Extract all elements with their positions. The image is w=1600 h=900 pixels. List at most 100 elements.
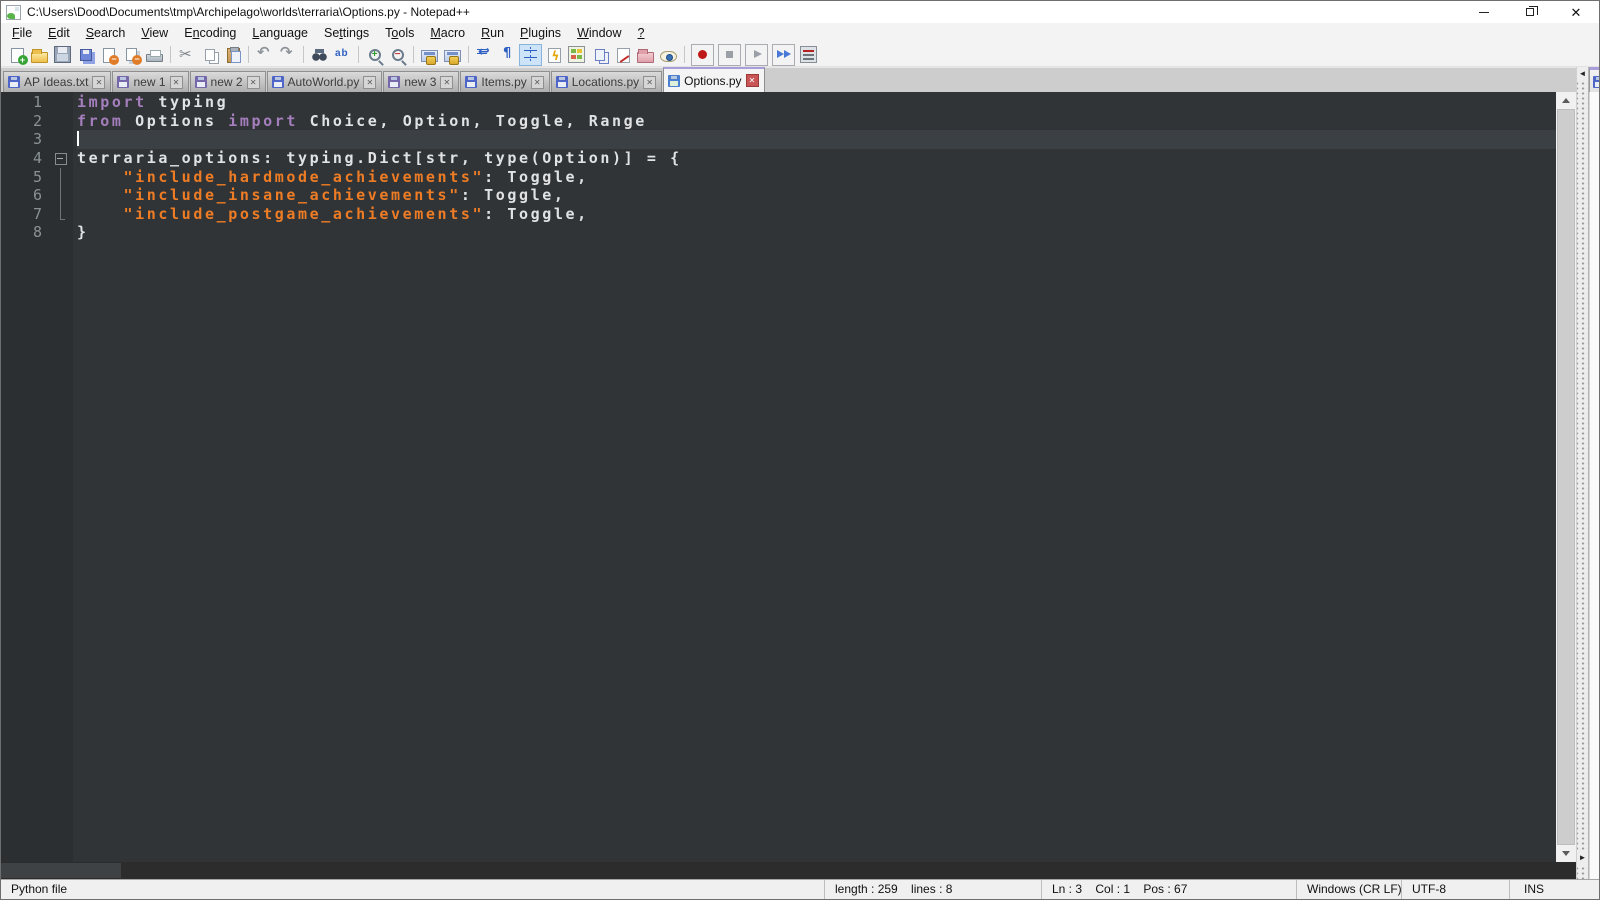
new-file-button[interactable] [5,44,28,66]
close-tab-icon[interactable]: ✕ [745,74,759,87]
vertical-scrollbar[interactable] [1556,92,1576,862]
splitter-collapse-left-icon[interactable]: ◄ [1577,67,1588,81]
close-tab-icon[interactable]: ✕ [363,75,377,89]
close-tab-icon[interactable]: ✕ [169,75,183,89]
close-tab-icon[interactable]: ✕ [530,75,544,89]
monitoring-button[interactable] [657,44,680,66]
menu-macro[interactable]: Macro [422,24,473,42]
open-button[interactable] [28,44,51,66]
minimize-button[interactable] [1461,1,1507,23]
tab-autoworld-py[interactable]: AutoWorld.py ✕ [266,71,383,92]
code-line-3[interactable] [77,130,1556,149]
sync-vertical-button[interactable] [418,44,441,66]
replace-button[interactable] [331,44,354,66]
copy-button[interactable] [198,44,221,66]
cut-button[interactable] [175,44,198,66]
close-button[interactable]: ✕ [1553,1,1599,23]
save-icon [54,46,71,63]
secondary-view-tab-fragment[interactable] [1589,67,1599,92]
tab-locations-py[interactable]: Locations.py ✕ [550,71,663,92]
code-line-4[interactable]: terraria_options: typing.Dict[str, type(… [77,149,1556,168]
function-list-button[interactable] [611,44,634,66]
menu-view[interactable]: View [133,24,176,42]
keyword-token: import [77,93,147,111]
code-line-1[interactable]: import typing [77,93,1556,112]
code-line-7[interactable]: "include_postgame_achievements": Toggle, [77,205,1556,224]
menu-tools[interactable]: Tools [377,24,422,42]
status-eol-format[interactable]: Windows (CR LF) [1296,880,1401,899]
undo-button[interactable] [253,44,276,66]
menu-search[interactable]: Search [78,24,134,42]
menu-plugins[interactable]: Plugins [512,24,569,42]
user-defined-dialog-button[interactable] [542,44,565,66]
word-wrap-button[interactable] [473,44,496,66]
macro-run-multiple-button[interactable] [772,43,795,66]
splitter-collapse-right-icon[interactable]: ► [1577,851,1588,865]
tab-new-2[interactable]: new 2 ✕ [189,71,266,92]
close-all-button[interactable] [120,44,143,66]
word-wrap-icon [476,44,493,63]
close-button[interactable] [97,44,120,66]
menu-window[interactable]: Window [569,24,629,42]
find-button[interactable] [308,44,331,66]
saved-icon [668,74,681,87]
code-line-8[interactable]: } [77,223,1556,242]
fold-collapse-icon[interactable] [51,149,73,168]
restore-button[interactable] [1507,1,1553,23]
code-editor[interactable]: 12345678 import typing from Options impor… [1,92,1576,862]
paste-button[interactable] [221,44,244,66]
title-bar: C:\Users\Dood\Documents\tmp\Archipelago\… [1,1,1599,23]
fold-margin[interactable] [51,92,73,862]
menu-language[interactable]: Language [244,24,316,42]
close-tab-icon[interactable]: ✕ [440,75,454,89]
horizontal-scrollbar[interactable] [1,862,1576,879]
primary-view: AP Ideas.txt ✕ new 1 ✕ new 2 ✕ AutoWorld.py ✕ ne… [1,67,1576,879]
document-list-button[interactable] [588,44,611,66]
tab-new-1[interactable]: new 1 ✕ [112,71,189,92]
tab-options-py[interactable]: Options.py ✕ [663,67,765,92]
macro-record-button[interactable] [691,43,714,66]
close-tab-icon[interactable]: ✕ [92,75,106,89]
code-text-area[interactable]: import typing from Options import Choice,… [73,92,1556,862]
code-line-2[interactable]: from Options import Choice, Option, Togg… [77,112,1556,131]
save-all-icon [80,49,92,61]
sync-horizontal-button[interactable] [441,44,464,66]
redo-button[interactable] [276,44,299,66]
menu-file[interactable]: File [4,24,40,42]
macro-play-button[interactable] [745,43,768,66]
close-tab-icon[interactable]: ✕ [246,75,260,89]
code-line-6[interactable]: "include_insane_achievements": Toggle, [77,186,1556,205]
macro-save-button[interactable] [797,44,820,66]
scroll-up-icon[interactable] [1556,92,1576,109]
tab-items-py[interactable]: Items.py ✕ [460,71,550,92]
tab-new-3[interactable]: new 3 ✕ [383,71,460,92]
tab-ap-ideas-txt[interactable]: AP Ideas.txt ✕ [3,71,112,92]
save-button[interactable] [51,44,74,66]
macro-run-multiple-icon [775,46,792,63]
zoom-in-button[interactable] [363,44,386,66]
close-tab-icon[interactable]: ✕ [643,75,657,89]
macro-stop-button[interactable] [718,43,741,66]
folder-as-workspace-button[interactable] [634,44,657,66]
minimize-icon [1479,11,1489,13]
view-splitter[interactable]: ◄ ► [1576,67,1589,879]
save-all-button[interactable] [74,44,97,66]
print-button[interactable] [143,44,166,66]
status-encoding[interactable]: UTF-8 [1401,880,1509,899]
horizontal-scrollbar-thumb[interactable] [1,863,121,878]
saved-icon [1593,76,1599,88]
status-insert-mode[interactable]: INS [1509,880,1599,899]
zoom-out-button[interactable] [386,44,409,66]
menu-encoding[interactable]: Encoding [176,24,244,42]
document-map-button[interactable] [565,44,588,66]
show-all-characters-button[interactable] [496,44,519,66]
menu-run[interactable]: Run [473,24,512,42]
menu-edit[interactable]: Edit [40,24,78,42]
menu-settings[interactable]: Settings [316,24,377,42]
scroll-down-icon[interactable] [1556,845,1576,862]
menu-help[interactable]: ? [630,24,653,42]
code-line-5[interactable]: "include_hardmode_achievements": Toggle, [77,168,1556,187]
vertical-scrollbar-thumb[interactable] [1557,109,1575,845]
show-indent-guide-button[interactable] [519,43,542,66]
